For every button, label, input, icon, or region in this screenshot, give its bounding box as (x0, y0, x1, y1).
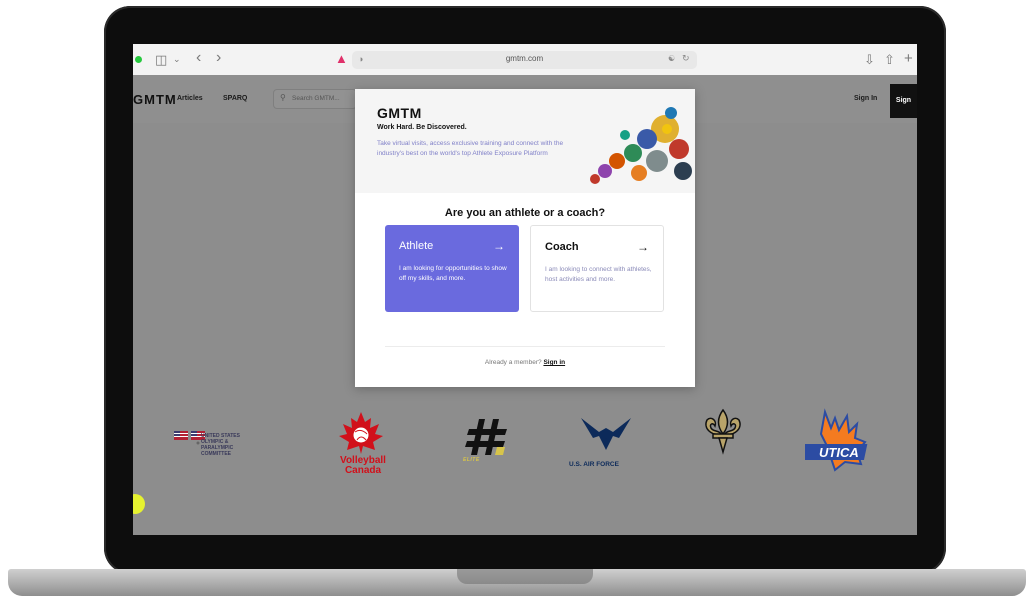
svg-text:UTICA: UTICA (819, 445, 859, 460)
modal-divider (385, 346, 665, 347)
air-force-text: U.S. AIR FORCE (569, 461, 619, 468)
sign-in-link[interactable]: Sign In (854, 95, 877, 102)
coach-description: I am looking to connect with athletes, h… (545, 266, 652, 283)
arrow-right-icon: → (493, 239, 505, 253)
modal-logo: GMTM (377, 105, 422, 121)
utica-logo: UTICA (805, 408, 868, 472)
new-tab-icon[interactable]: + (904, 50, 913, 67)
chat-widget-button[interactable] (133, 494, 145, 514)
member-prompt: Already a member? Sign in (355, 359, 695, 366)
athlete-title: Athlete (399, 240, 434, 252)
role-question: Are you an athlete or a coach? (444, 207, 606, 219)
reload-icon[interactable]: ↻ (682, 53, 690, 64)
athlete-card[interactable]: Athlete → I am looking for opportunities… (385, 225, 519, 312)
url-text: gmtm.com (505, 54, 544, 63)
sign-up-button[interactable]: Sign (890, 84, 917, 118)
modal-header: GMTM Work Hard. Be Discovered. Take virt… (355, 89, 695, 193)
share-icon[interactable]: ⇧ (884, 52, 895, 68)
air-force-logo (581, 418, 631, 450)
address-bar[interactable]: ◑ gmtm.com ☯ ↻ (352, 51, 697, 69)
elite-hashtag-logo (465, 419, 507, 455)
translate-icon[interactable]: ☯ (668, 54, 675, 63)
arrow-right-icon: → (637, 240, 649, 254)
coach-card[interactable]: Coach → I am looking to connect with ath… (530, 225, 664, 312)
modal-sign-in-link[interactable]: Sign in (543, 359, 565, 366)
sidebar-icon[interactable]: ◫ (155, 52, 167, 68)
site-logo[interactable]: GMTM (133, 92, 177, 107)
laptop-screen: ◫ ⌄ ‹ › ▲ ◑ gmtm.com ☯ ↻ ⇩ ⇧ + GMTM Arti… (133, 44, 917, 535)
download-icon[interactable]: ⇩ (864, 52, 875, 68)
volleyball-canada-logo (339, 412, 383, 454)
coach-title: Coach (545, 241, 579, 253)
volleyball-canada-text: Volleyball Canada (338, 456, 388, 476)
volleyball-canada-word-2: Canada (344, 465, 382, 476)
laptop-notch (457, 569, 593, 584)
nav-sparq[interactable]: SPARQ (223, 95, 247, 102)
usopc-text: UNITED STATES OLYMPIC & PARALYMPIC COMMI… (201, 433, 240, 457)
back-icon[interactable]: ‹ (196, 49, 201, 67)
saints-fleur-de-lis-logo (705, 408, 741, 455)
forward-icon[interactable]: › (216, 49, 221, 67)
search-icon: ⚲ (280, 93, 286, 102)
browser-toolbar: ◫ ⌄ ‹ › ▲ ◑ gmtm.com ☯ ↻ ⇩ ⇧ + (133, 44, 917, 76)
nav-articles[interactable]: Articles (177, 95, 203, 102)
elite-text: ELITE (463, 457, 480, 463)
modal-tagline: Work Hard. Be Discovered. (377, 124, 467, 131)
modal-description: Take virtual visits, access exclusive tr… (377, 140, 564, 157)
extension-icon[interactable]: ▲ (335, 51, 348, 66)
search-placeholder: Search GMTM... (292, 95, 340, 102)
search-input[interactable]: ⚲ Search GMTM... (273, 89, 357, 109)
athletes-collage-image (590, 107, 692, 184)
role-selection-modal: GMTM Work Hard. Be Discovered. Take virt… (355, 89, 695, 387)
member-prompt-text: Already a member? (484, 359, 542, 366)
window-zoom-button[interactable] (135, 56, 142, 63)
athlete-description: I am looking for opportunities to show o… (399, 265, 507, 282)
chevron-down-icon[interactable]: ⌄ (173, 54, 181, 65)
